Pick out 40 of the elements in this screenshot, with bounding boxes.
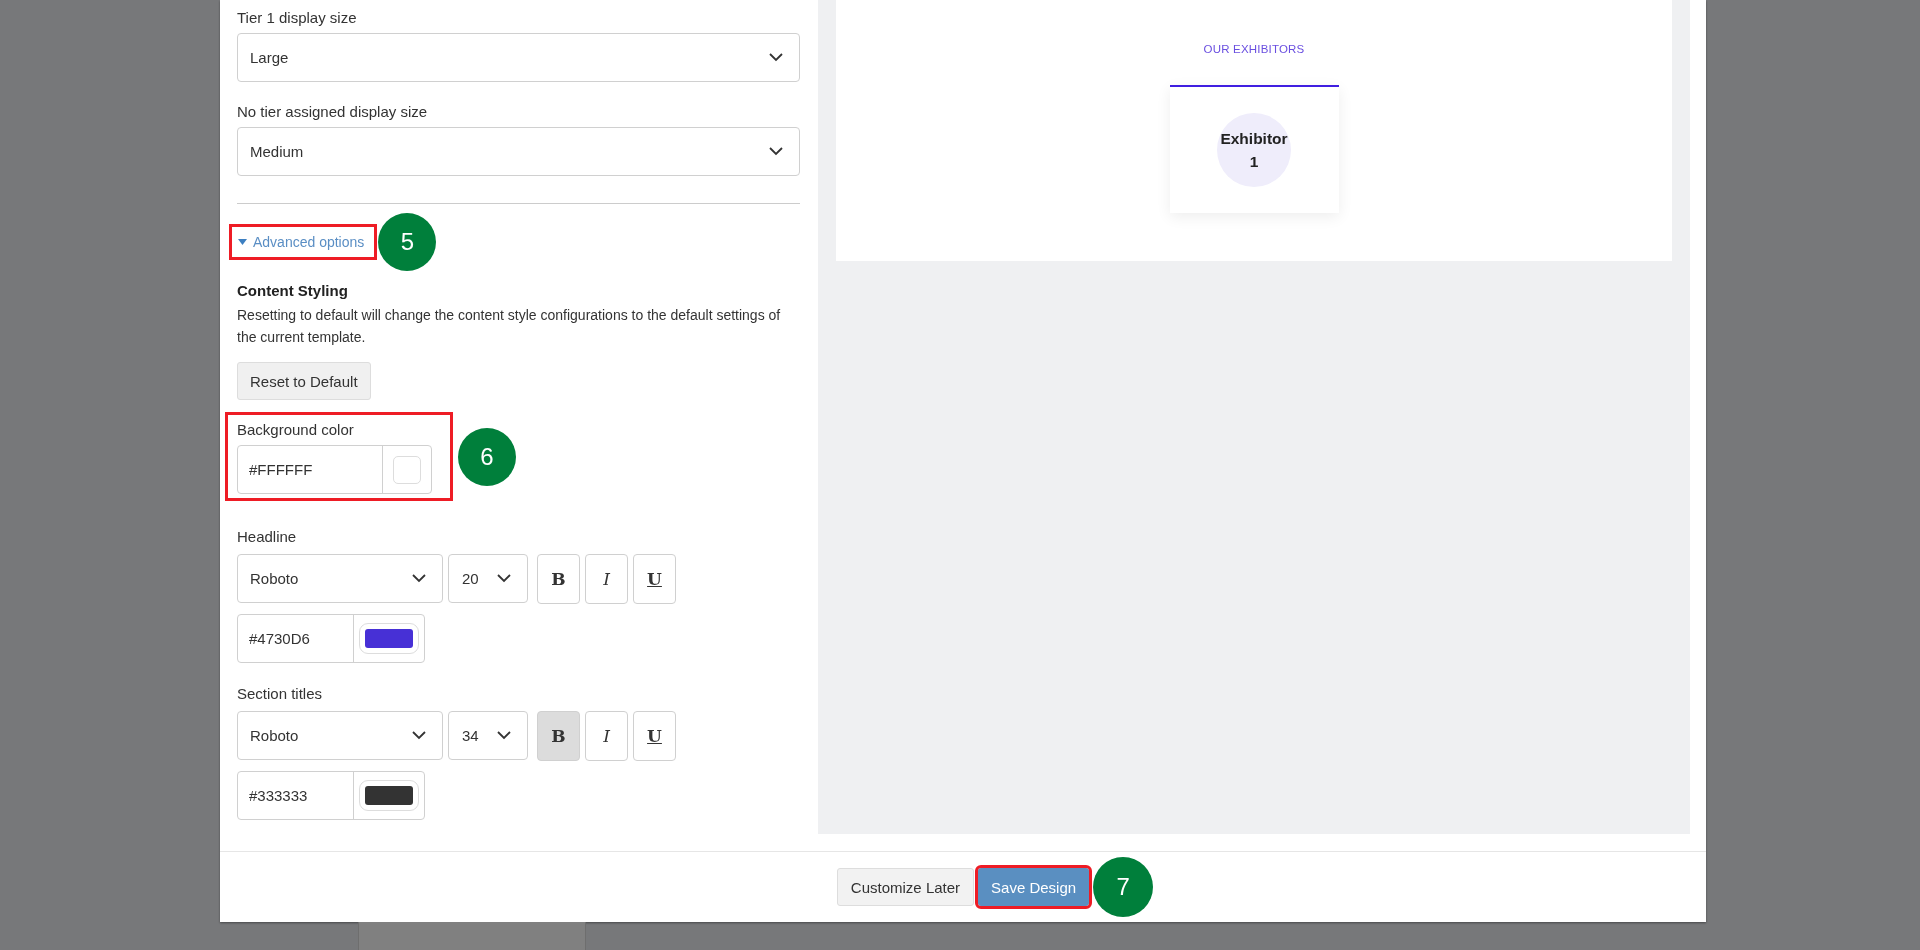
caret-icon	[238, 239, 247, 245]
field-label: Background color	[237, 421, 355, 438]
chevron-down-icon	[412, 574, 426, 583]
format-toggle-button[interactable]: U	[633, 711, 676, 761]
advanced-options-link[interactable]: Advanced options	[232, 227, 375, 257]
chevron-down-icon	[769, 147, 783, 156]
font-dropdown[interactable]: Roboto	[237, 554, 443, 603]
format-toggle-button[interactable]: I	[585, 711, 628, 761]
color-input-field[interactable]: #333333	[237, 771, 425, 820]
field-label: Section titles	[237, 685, 324, 702]
color-input-field[interactable]: #4730D6	[237, 614, 425, 663]
step-number-badge: 7	[1093, 857, 1154, 917]
field-label: Tier 1 display size	[237, 9, 358, 26]
section-heading: Content Styling	[237, 282, 349, 299]
color-swatch[interactable]	[365, 786, 413, 805]
field-label: Headline	[237, 528, 298, 545]
step-number-badge: 5	[378, 213, 437, 271]
font-size-dropdown[interactable]: 20	[448, 554, 528, 603]
color-swatch[interactable]	[394, 456, 420, 483]
step-number-badge: 6	[458, 427, 516, 486]
color-swatch[interactable]	[365, 629, 413, 648]
chevron-down-icon	[497, 731, 511, 740]
reset-to-default-button[interactable]: Reset to Default	[237, 362, 371, 400]
description-text: Resetting to default will change the content style configurations to the default settings of the current template.	[237, 306, 782, 347]
chevron-down-icon	[497, 574, 511, 583]
chevron-down-icon	[412, 731, 426, 740]
size-dropdown[interactable]: Medium	[237, 127, 800, 176]
field-label: No tier assigned display size	[237, 103, 429, 120]
color-input-field[interactable]: #FFFFFF	[237, 445, 432, 494]
chevron-down-icon	[769, 53, 783, 62]
size-dropdown[interactable]: Large	[237, 33, 800, 82]
format-toggle-button[interactable]: B	[537, 711, 580, 761]
font-size-dropdown[interactable]: 34	[448, 711, 528, 760]
format-toggle-button[interactable]: I	[585, 554, 628, 604]
format-toggle-button[interactable]: U	[633, 554, 676, 604]
font-dropdown[interactable]: Roboto	[237, 711, 443, 760]
exhibitor-logo: Exhibitor 1	[1217, 113, 1291, 187]
format-toggle-button[interactable]: B	[537, 554, 580, 604]
section-title: OUR EXHIBITORS	[1203, 43, 1305, 55]
secondary-button[interactable]: Customize Later	[836, 868, 975, 906]
